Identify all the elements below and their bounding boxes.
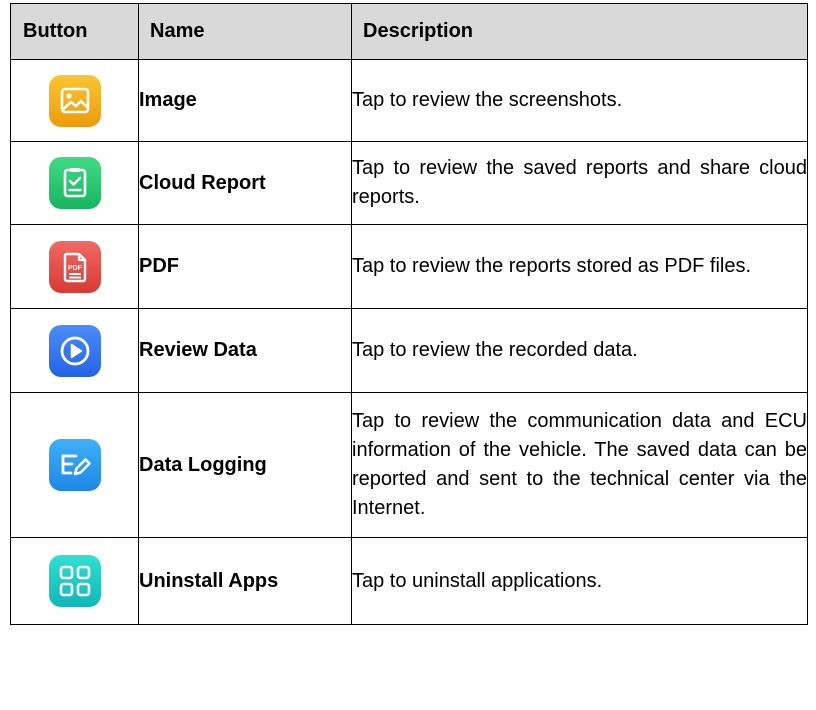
review-data-icon[interactable]	[48, 324, 101, 377]
header-button: Button	[10, 3, 139, 60]
header-name: Name	[138, 3, 352, 60]
row-name: Data Logging	[138, 392, 352, 538]
row-name: Review Data	[138, 308, 352, 393]
image-icon[interactable]	[48, 74, 101, 127]
pdf-icon[interactable]: PDF	[48, 240, 101, 293]
table-row: Image Tap to review the screenshots.	[10, 59, 808, 142]
row-name: Cloud Report	[138, 141, 352, 225]
cloud-report-icon[interactable]	[48, 157, 101, 209]
table-row: PDF PDF Tap to review the reports stored…	[10, 224, 808, 309]
uninstall-apps-icon[interactable]	[48, 555, 101, 607]
table-row: Review Data Tap to review the recorded d…	[10, 308, 808, 393]
row-name: PDF	[138, 224, 352, 309]
row-name: Image	[138, 59, 352, 142]
data-logging-icon[interactable]	[48, 439, 101, 491]
row-description: Tap to review the reports stored as PDF …	[351, 224, 808, 309]
table-row: Data Logging Tap to review the communica…	[10, 392, 808, 538]
row-description: Tap to review the saved reports and shar…	[351, 141, 808, 225]
row-description: Tap to review the communication data and…	[351, 392, 808, 538]
header-description: Description	[351, 3, 808, 60]
table-row: Uninstall Apps Tap to uninstall applicat…	[10, 537, 808, 625]
table-row: Cloud Report Tap to review the saved rep…	[10, 141, 808, 225]
row-name: Uninstall Apps	[138, 537, 352, 625]
row-description: Tap to uninstall applications.	[351, 537, 808, 625]
row-description: Tap to review the screenshots.	[351, 59, 808, 142]
svg-text:PDF: PDF	[68, 265, 83, 272]
table-header-row: Button Name Description	[10, 3, 808, 60]
button-description-table: Button Name Description Image Tap to rev…	[10, 3, 808, 625]
row-description: Tap to review the recorded data.	[351, 308, 808, 393]
